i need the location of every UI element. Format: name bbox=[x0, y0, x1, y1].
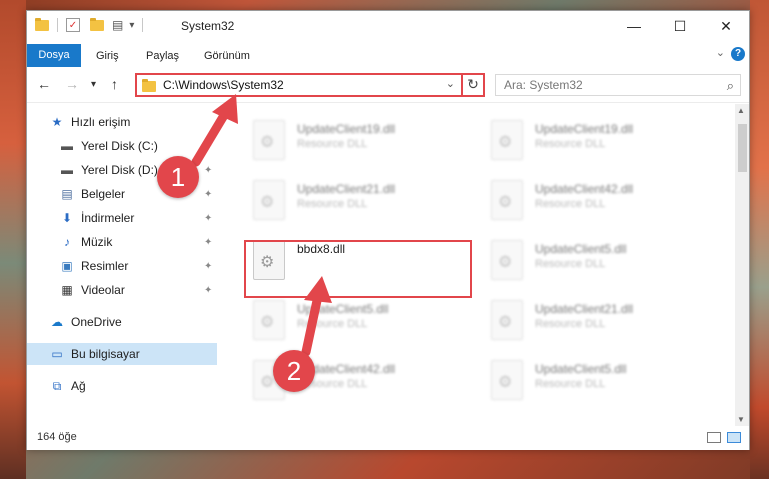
arrow-1 bbox=[191, 94, 238, 167]
step-badge-1: 1 bbox=[157, 156, 199, 198]
step-badge-2: 2 bbox=[273, 350, 315, 392]
arrow-2 bbox=[301, 276, 332, 357]
annotation-overlay bbox=[191, 94, 332, 357]
